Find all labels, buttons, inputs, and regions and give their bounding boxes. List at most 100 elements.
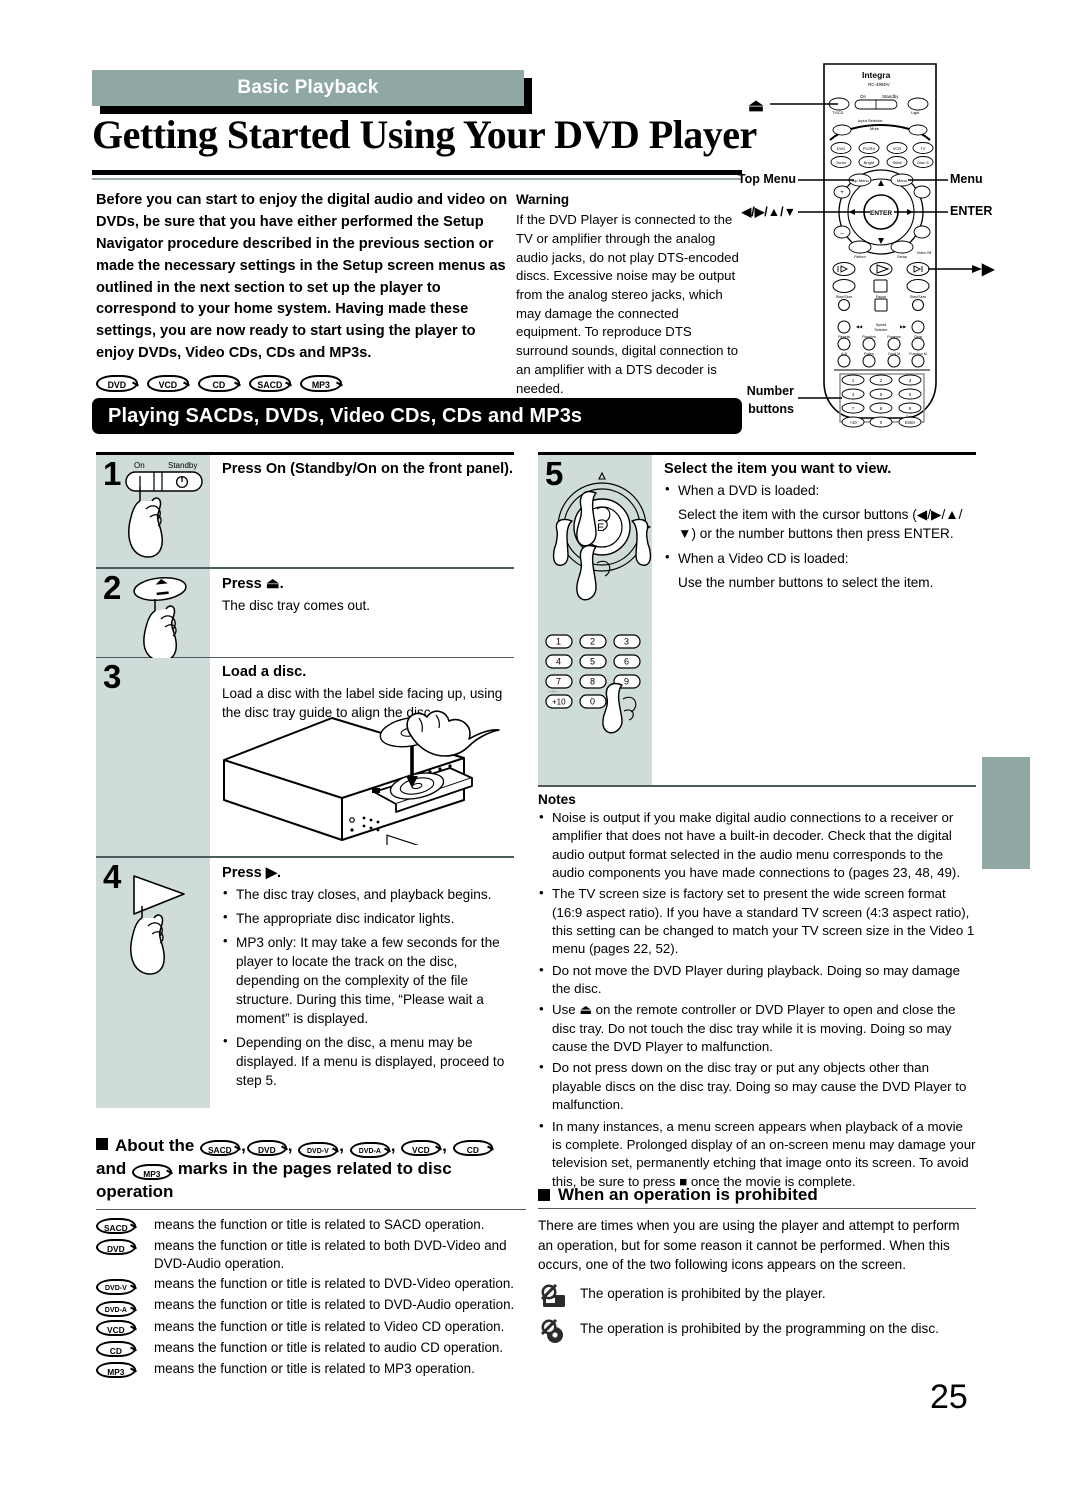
manual-page: Basic Playback Getting Started Using You… (0, 0, 1080, 1485)
about-title-and: and (96, 1159, 127, 1179)
callout-top-menu: Top Menu (737, 172, 796, 186)
step-5-body: Select the item you want to view. When a… (652, 455, 976, 625)
prohibited-title: When an operation is prohibited (538, 1185, 976, 1205)
note-item: Do not move the DVD Player during playba… (539, 961, 976, 999)
step-5: 5 E Select the item you want to view. • … (538, 455, 976, 625)
mark-definition: means the function or title is related t… (154, 1275, 515, 1291)
step-4: 4 Press ▶. The disc tray closes, and pla… (96, 857, 514, 1108)
step-2-body: Press ⏏. The disc tray comes out. (210, 569, 514, 657)
mark-key: DVD-V (95, 1275, 154, 1296)
mark-definition: means the function or title is related t… (154, 1318, 505, 1334)
mark-key: VCD (95, 1318, 154, 1338)
mark-row-vcd: VCD means the function or title is relat… (95, 1318, 526, 1338)
step-5-bullets-2: When a Video CD is loaded: (664, 548, 976, 568)
playing-section-label: Playing SACDs, DVDs, Video CDs, CDs and … (108, 404, 583, 427)
disc-badge-mp3: MP3 (299, 375, 343, 392)
mark-vcd-icon: VCD (400, 1140, 442, 1157)
disc-badge-row: DVD VCD CD SACD MP3 (95, 375, 343, 392)
square-bullet-icon (538, 1189, 550, 1201)
callout-play-icon: ▶ (982, 261, 995, 278)
mark-row-mp3: MP3 means the function or title is relat… (95, 1360, 526, 1380)
step-4-bullet: Depending on the disc, a menu may be dis… (223, 1032, 514, 1090)
step-1-heading: Press On (Standby/On on the front panel)… (222, 461, 514, 477)
step-2-heading: Press ⏏. (222, 575, 284, 592)
step-3-number: 3 (103, 658, 122, 696)
mark-row-dvd: DVD means the function or title is relat… (95, 1237, 526, 1274)
step-1-body: Press On (Standby/On on the front panel)… (210, 455, 514, 567)
step-5-illustration-panel: 5 E (538, 455, 652, 625)
step-1: 1 On Standby Press On (Standby/On on the (96, 455, 514, 567)
prohibited-disc-icon (540, 1319, 563, 1344)
mark-definition: means the function or title is related t… (154, 1297, 515, 1313)
step-4-illustration-panel: 4 (96, 857, 210, 1108)
svg-text:On: On (134, 461, 145, 470)
prohibited-title-text: When an operation is prohibited (558, 1185, 818, 1204)
step-3-heading: Load a disc. (222, 664, 307, 681)
svg-text:+10: +10 (552, 698, 566, 707)
svg-text:3: 3 (624, 637, 629, 647)
note-item: In many instances, a menu screen appears… (539, 1116, 976, 1191)
mark-definition: means the function or title is related t… (154, 1360, 475, 1376)
notes-title: Notes (538, 792, 576, 807)
mark-dvda-icon: DVD-A (95, 1300, 137, 1317)
warning-box: Warning If the DVD Player is connected t… (516, 190, 746, 398)
mark-mp3-icon: MP3 (95, 1362, 137, 1379)
square-bullet-icon (96, 1138, 108, 1150)
playing-section-bar: Playing SACDs, DVDs, Video CDs, CDs and … (92, 398, 742, 434)
mark-cd-icon: CD (95, 1341, 137, 1358)
svg-text:Standby: Standby (168, 461, 197, 470)
note-item: Noise is output if you make digital audi… (539, 808, 976, 882)
prohibited-block: When an operation is prohibited There ar… (538, 1185, 976, 1354)
callout-cursor: ◀/▶/▲/▼ (741, 205, 796, 219)
prohibited-player-icon (540, 1284, 565, 1308)
notes-list: Noise is output if you make digital audi… (538, 808, 976, 1191)
remote-callout-labels: ⏏ Top Menu ◀/▶/▲/▼ Menu ENTER ▶ Number b… (738, 62, 998, 452)
step-4-body: Press ▶. The disc tray closes, and playb… (210, 858, 514, 1108)
about-title-prefix: About the (115, 1136, 195, 1155)
callout-menu: Menu (950, 172, 983, 186)
mark-definition: means the function or title is related t… (154, 1237, 507, 1272)
callout-enter: ENTER (950, 204, 993, 218)
mark-dvd-icon: DVD (246, 1140, 288, 1157)
mark-definition: means the function or title is related t… (154, 1216, 485, 1232)
step-4-number: 4 (103, 857, 122, 895)
about-rule (96, 1208, 526, 1210)
step-4-heading: Press ▶. (222, 864, 282, 881)
prohibited-intro: There are times when you are using the p… (538, 1218, 960, 1272)
about-marks-title: About the SACD, DVD, DVD-V, DVD-A, VCD, C… (96, 1135, 526, 1203)
prohibited-item-player: The operation is prohibited by the playe… (538, 1284, 976, 1310)
disc-badge-cd: CD (197, 375, 241, 392)
svg-text:---/---: ---/--- (548, 689, 559, 694)
note-item: The TV screen size is factory set to pre… (539, 884, 976, 958)
eject-button-press-icon (133, 576, 187, 659)
step-3-illustration-panel: 3 (96, 658, 210, 857)
step-4-bullet: The appropriate disc indicator lights. (223, 908, 514, 928)
play-button-press-icon (130, 874, 185, 975)
note-item: Do not press down on the disc tray or pu… (539, 1058, 976, 1114)
mark-key: MP3 (95, 1360, 154, 1380)
step-2-number: 2 (103, 568, 122, 606)
mark-definition: means the function or title is related t… (154, 1339, 504, 1355)
step-5-bullet-body: Select the item with the cursor buttons … (678, 507, 963, 542)
number-keypad-icon: 1 2 3 4 5 6 7 8 9 +10 0 ---/--- (545, 634, 641, 734)
svg-text:9: 9 (624, 677, 629, 687)
mark-mp3-icon: MP3 (131, 1163, 173, 1180)
svg-text:0: 0 (590, 697, 595, 707)
disc-badge-vcd: VCD (146, 375, 190, 392)
warning-text: If the DVD Player is connected to the TV… (516, 212, 739, 396)
mark-key: DVD-A (95, 1296, 154, 1317)
mark-row-sacd: SACD means the function or title is rela… (95, 1216, 526, 1236)
section-band-label: Basic Playback (92, 70, 524, 106)
notes-block: Notes Noise is output if you make digita… (538, 792, 976, 1194)
prohibited-item-disc: The operation is prohibited by the progr… (538, 1319, 976, 1345)
svg-text:1: 1 (556, 637, 561, 647)
step-4-bullets: The disc tray closes, and playback begin… (222, 884, 514, 1090)
step-5-bullet-body: Use the number buttons to select the ite… (678, 575, 934, 591)
step-5-bullets: When a DVD is loaded: (664, 480, 976, 500)
step-2-illustration-panel: 2 (96, 568, 210, 659)
keypad-illustration-panel: 1 2 3 4 5 6 7 8 9 +10 0 ---/--- (538, 625, 652, 785)
step-5-bullet-lead: When a DVD is loaded: (665, 480, 976, 500)
prohibited-item-text: The operation is prohibited by the progr… (580, 1321, 939, 1337)
step-2: 2 Press ⏏. The disc tray comes out. (96, 568, 514, 659)
dvd-player-loading-disc-illustration (223, 710, 500, 845)
